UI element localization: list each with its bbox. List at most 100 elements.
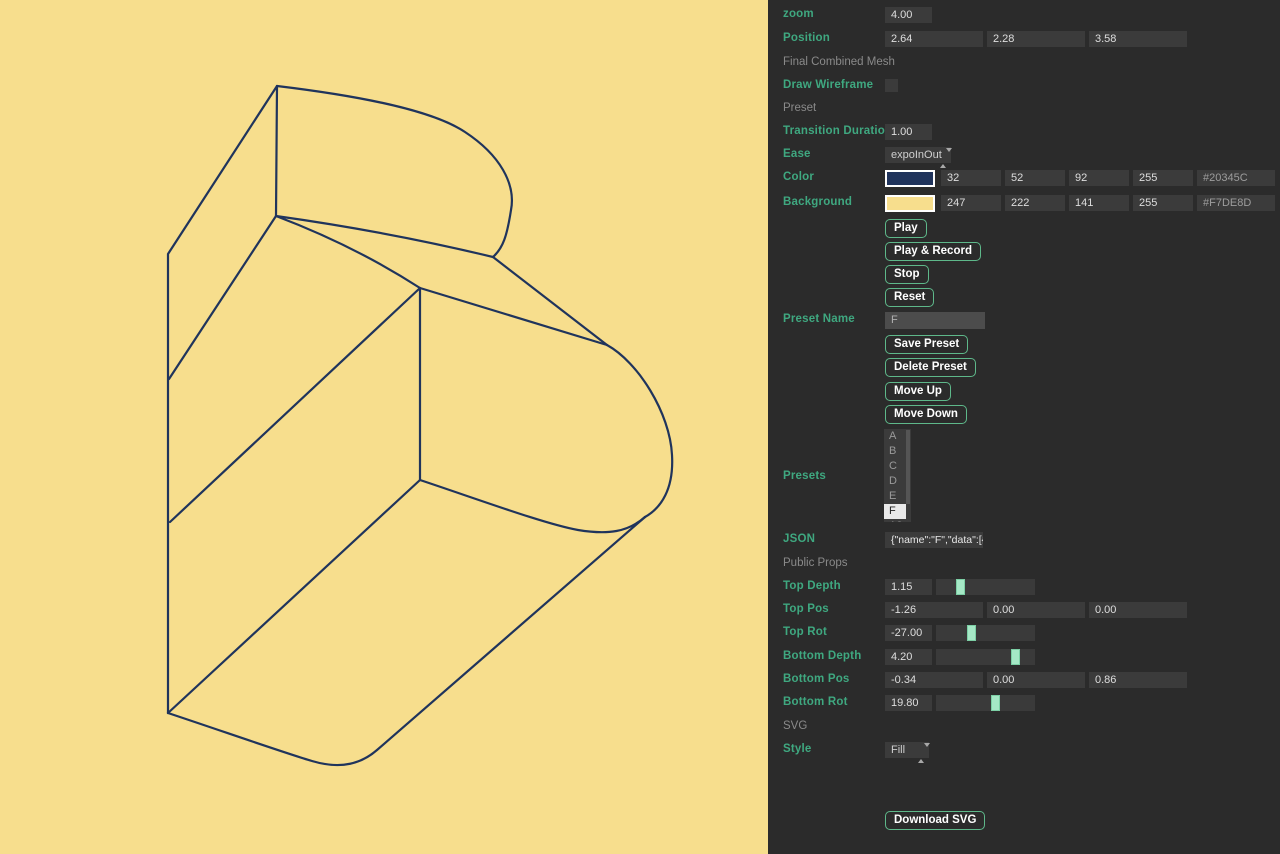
row-ease: Ease expoInOut xyxy=(768,147,1280,165)
row-preset-name: Preset Name F xyxy=(768,312,1280,330)
move-up-button[interactable]: Move Up xyxy=(885,382,951,401)
zoom-label: zoom xyxy=(783,8,814,20)
top-pos-y-field[interactable]: 0.00 xyxy=(987,602,1085,618)
top-rot-slider-handle[interactable] xyxy=(967,625,976,641)
top-depth-field[interactable]: 1.15 xyxy=(885,579,932,595)
color-g-field[interactable]: 52 xyxy=(1005,170,1065,186)
top-pos-label: Top Pos xyxy=(783,603,829,615)
ease-select[interactable]: expoInOut xyxy=(885,147,951,163)
bottom-depth-slider-handle[interactable] xyxy=(1011,649,1020,665)
row-bottom-depth: Bottom Depth 4.20 xyxy=(768,649,1280,667)
save-preset-button[interactable]: Save Preset xyxy=(885,335,968,354)
row-svg-header: SVG xyxy=(768,719,1280,737)
row-zoom: zoom 4.00 xyxy=(768,7,1280,25)
bottom-rot-slider-handle[interactable] xyxy=(991,695,1000,711)
color-a-field[interactable]: 255 xyxy=(1133,170,1193,186)
row-top-depth: Top Depth 1.15 xyxy=(768,579,1280,597)
preset-section-header: Preset xyxy=(783,102,816,114)
mesh-section-header: Final Combined Mesh xyxy=(783,56,895,68)
presets-listbox[interactable]: A B C D E F A2 xyxy=(884,429,911,522)
top-rot-slider[interactable] xyxy=(936,625,1035,641)
style-select[interactable]: Fill xyxy=(885,742,929,758)
edge-apex-vertical xyxy=(276,86,277,216)
bottom-pos-z-field[interactable]: 0.86 xyxy=(1089,672,1187,688)
preset-name-input[interactable]: F xyxy=(885,312,985,329)
top-depth-label: Top Depth xyxy=(783,580,841,592)
row-bottom-pos: Bottom Pos -0.34 0.00 0.86 xyxy=(768,672,1280,690)
play-record-button[interactable]: Play & Record xyxy=(885,242,981,261)
row-top-rot: Top Rot -27.00 xyxy=(768,625,1280,643)
bottom-pos-label: Bottom Pos xyxy=(783,673,850,685)
ease-select-value: expoInOut xyxy=(891,149,942,161)
wireframe-letter-drawing xyxy=(0,0,768,854)
row-style: Style Fill xyxy=(768,742,1280,760)
preset-list-item[interactable]: A2 xyxy=(884,519,911,522)
background-label: Background xyxy=(783,196,852,208)
svg-section-header: SVG xyxy=(783,720,807,732)
move-down-button[interactable]: Move Down xyxy=(885,405,967,424)
top-rot-field[interactable]: -27.00 xyxy=(885,625,932,641)
row-json: JSON {"name":"F","data":[{ xyxy=(768,532,1280,550)
row-color: Color 32 52 92 255 #20345C xyxy=(768,170,1280,188)
position-z-field[interactable]: 3.58 xyxy=(1089,31,1187,47)
top-pos-z-field[interactable]: 0.00 xyxy=(1089,602,1187,618)
control-panel: zoom 4.00 Position 2.64 2.28 3.58 Final … xyxy=(768,0,1280,854)
row-top-pos: Top Pos -1.26 0.00 0.00 xyxy=(768,602,1280,620)
background-hex-field[interactable]: #F7DE8D xyxy=(1197,195,1275,211)
background-r-field[interactable]: 247 xyxy=(941,195,1001,211)
presets-scrollbar[interactable] xyxy=(906,430,910,504)
bottom-depth-field[interactable]: 4.20 xyxy=(885,649,932,665)
bottom-depth-slider[interactable] xyxy=(936,649,1035,665)
bottom-rot-slider[interactable] xyxy=(936,695,1035,711)
public-props-section-header: Public Props xyxy=(783,557,848,569)
row-preset-header: Preset xyxy=(768,101,1280,119)
draw-wireframe-checkbox[interactable] xyxy=(885,79,898,92)
color-hex-field[interactable]: #20345C xyxy=(1197,170,1275,186)
color-label: Color xyxy=(783,171,814,183)
background-swatch[interactable] xyxy=(885,195,935,212)
presets-label: Presets xyxy=(783,470,826,482)
viewport-background xyxy=(0,0,768,854)
preset-list-item-selected[interactable]: F xyxy=(884,504,906,519)
preset-name-label: Preset Name xyxy=(783,313,855,325)
stop-button[interactable]: Stop xyxy=(885,265,929,284)
color-r-field[interactable]: 32 xyxy=(941,170,1001,186)
style-select-value: Fill xyxy=(891,744,905,756)
top-depth-slider-handle[interactable] xyxy=(956,579,965,595)
background-b-field[interactable]: 141 xyxy=(1069,195,1129,211)
bottom-depth-label: Bottom Depth xyxy=(783,650,861,662)
row-background: Background 247 222 141 255 #F7DE8D xyxy=(768,195,1280,213)
viewport[interactable] xyxy=(0,0,768,854)
zoom-field[interactable]: 4.00 xyxy=(885,7,932,23)
transition-duration-field[interactable]: 1.00 xyxy=(885,124,932,140)
row-props-header: Public Props xyxy=(768,556,1280,574)
json-field[interactable]: {"name":"F","data":[{ xyxy=(885,532,983,548)
bottom-rot-field[interactable]: 19.80 xyxy=(885,695,932,711)
top-pos-x-field[interactable]: -1.26 xyxy=(885,602,983,618)
row-draw-wireframe: Draw Wireframe xyxy=(768,78,1280,96)
reset-button[interactable]: Reset xyxy=(885,288,934,307)
background-a-field[interactable]: 255 xyxy=(1133,195,1193,211)
top-depth-slider[interactable] xyxy=(936,579,1035,595)
bottom-pos-x-field[interactable]: -0.34 xyxy=(885,672,983,688)
download-svg-button[interactable]: Download SVG xyxy=(885,811,985,830)
background-g-field[interactable]: 222 xyxy=(1005,195,1065,211)
position-y-field[interactable]: 2.28 xyxy=(987,31,1085,47)
ease-label: Ease xyxy=(783,148,811,160)
play-button[interactable]: Play xyxy=(885,219,927,238)
json-label: JSON xyxy=(783,533,815,545)
select-arrows-icon xyxy=(940,150,948,166)
bottom-pos-y-field[interactable]: 0.00 xyxy=(987,672,1085,688)
draw-wireframe-label: Draw Wireframe xyxy=(783,79,873,91)
style-label: Style xyxy=(783,743,812,755)
select-arrows-icon xyxy=(918,745,926,761)
delete-preset-button[interactable]: Delete Preset xyxy=(885,358,976,377)
position-label: Position xyxy=(783,32,830,44)
bottom-rot-label: Bottom Rot xyxy=(783,696,848,708)
row-mesh-header: Final Combined Mesh xyxy=(768,55,1280,73)
color-swatch[interactable] xyxy=(885,170,935,187)
row-bottom-rot: Bottom Rot 19.80 xyxy=(768,695,1280,713)
transition-duration-label: Transition Duration xyxy=(783,125,892,137)
position-x-field[interactable]: 2.64 xyxy=(885,31,983,47)
color-b-field[interactable]: 92 xyxy=(1069,170,1129,186)
